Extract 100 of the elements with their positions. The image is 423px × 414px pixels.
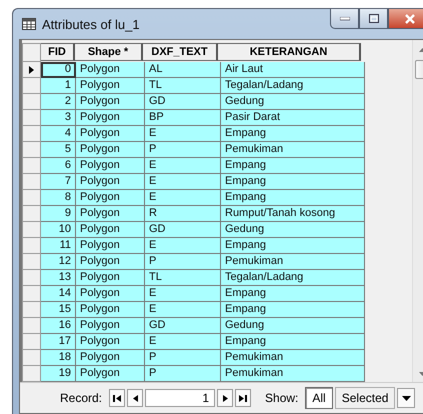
next-record-button[interactable] xyxy=(217,389,234,407)
table-cell: Polygon xyxy=(76,350,145,366)
table-cell: Empang xyxy=(221,302,365,318)
table-cell: Polygon xyxy=(76,302,145,318)
last-record-button[interactable] xyxy=(235,389,252,407)
table-cell: Pemukiman xyxy=(221,142,365,158)
table-cell: Gedung xyxy=(221,318,365,334)
window-title: Attributes of lu_1 xyxy=(42,16,140,32)
first-icon xyxy=(113,394,122,402)
maximize-button[interactable] xyxy=(359,9,388,29)
table-cell: E xyxy=(145,174,221,190)
table-cell: BP xyxy=(145,110,221,126)
last-icon xyxy=(239,394,248,402)
table-cell: TL xyxy=(145,78,221,94)
table-cell: P xyxy=(145,350,221,366)
column-header[interactable]: DXF_TEXT xyxy=(143,43,218,61)
table-cell: 9 xyxy=(41,206,76,222)
column-header[interactable]: Shape * xyxy=(75,43,143,61)
table-cell: Air Laut xyxy=(221,62,365,78)
table-cell: 17 xyxy=(41,334,76,350)
record-field[interactable]: 1 xyxy=(145,389,216,407)
show-toggle[interactable]: All xyxy=(305,387,333,409)
table-cell: GD xyxy=(145,94,221,110)
table-cell: 6 xyxy=(41,158,76,174)
table-cell: GD xyxy=(145,318,221,334)
table-cell: E xyxy=(145,238,221,254)
table-cell: Empang xyxy=(221,334,365,350)
table-cell: Polygon xyxy=(76,174,145,190)
table-cell: Polygon xyxy=(76,286,145,302)
table-cell: Polygon xyxy=(76,190,145,206)
table-cell: Empang xyxy=(221,158,365,174)
close-button[interactable] xyxy=(388,9,423,29)
table-cell: Polygon xyxy=(76,78,145,94)
table-cell: AL xyxy=(145,62,221,78)
table-cell: E xyxy=(145,190,221,206)
minimize-button[interactable] xyxy=(330,9,359,29)
table-cell: Pemukiman xyxy=(221,254,365,270)
table-cell: Polygon xyxy=(76,270,145,286)
table-cell: TL xyxy=(145,270,221,286)
table-cell: Polygon xyxy=(76,334,145,350)
record-label: Record: xyxy=(60,391,102,405)
table-cell: Polygon xyxy=(76,206,145,222)
maximize-icon xyxy=(368,14,378,23)
previous-record-button[interactable] xyxy=(127,389,144,407)
table-cell: Polygon xyxy=(76,110,145,126)
table-cell: Polygon xyxy=(76,222,145,238)
close-icon xyxy=(404,14,416,24)
table-cell: 15 xyxy=(41,302,76,318)
row-selector[interactable] xyxy=(22,62,41,78)
table-cell: Polygon xyxy=(76,142,145,158)
table-cell: P xyxy=(145,254,221,270)
table-cell: 4 xyxy=(41,126,76,142)
table-cell: Pemukiman xyxy=(221,350,365,366)
table-cell: E xyxy=(145,126,221,142)
table-cell: 7 xyxy=(41,174,76,190)
table-cell: Empang xyxy=(221,126,365,142)
table-cell: Tegalan/Ladang xyxy=(221,78,365,94)
table-cell: 5 xyxy=(41,142,76,158)
table-cell: Pemukiman xyxy=(221,366,365,382)
table-cell: Empang xyxy=(221,238,365,254)
table-cell: Polygon xyxy=(76,254,145,270)
table-cell: Empang xyxy=(221,190,365,206)
previous-icon xyxy=(132,394,138,402)
next-icon xyxy=(222,394,228,402)
table-icon xyxy=(22,18,36,30)
table-cell: Polygon xyxy=(76,158,145,174)
table-cell: 18 xyxy=(41,350,76,366)
table-cell: Polygon xyxy=(76,62,145,78)
table-cell: P xyxy=(145,142,221,158)
table-cell: 0 xyxy=(41,62,76,78)
dropdown-icon xyxy=(402,396,411,400)
column-header[interactable]: KETERANGAN xyxy=(218,43,361,61)
table-cell: E xyxy=(145,286,221,302)
table-cell: 14 xyxy=(41,286,76,302)
table-cell: 12 xyxy=(41,254,76,270)
table-cell: Empang xyxy=(221,174,365,190)
table-cell: 16 xyxy=(41,318,76,334)
table-cell: E xyxy=(145,302,221,318)
table-cell: P xyxy=(145,366,221,382)
current-row-icon xyxy=(29,66,34,74)
table-cell: Gedung xyxy=(221,94,365,110)
table-cell: 2 xyxy=(41,94,76,110)
table-cell: 10 xyxy=(41,222,76,238)
table-cell: 1 xyxy=(41,78,76,94)
table-cell: Polygon xyxy=(76,318,145,334)
column-header[interactable]: FID xyxy=(41,43,75,61)
options-button[interactable] xyxy=(397,388,416,408)
show-toggle[interactable]: Selected xyxy=(334,387,396,409)
show-label: Show: xyxy=(265,391,298,405)
table-cell: Gedung xyxy=(221,222,365,238)
table-cell: E xyxy=(145,334,221,350)
table-cell: 13 xyxy=(41,270,76,286)
table-cell: GD xyxy=(145,222,221,238)
table-cell: 3 xyxy=(41,110,76,126)
table-cell: Rumput/Tanah kosong xyxy=(221,206,365,222)
first-record-button[interactable] xyxy=(109,389,126,407)
table-cell: Polygon xyxy=(76,238,145,254)
table-cell: Polygon xyxy=(76,366,145,382)
table-cell: E xyxy=(145,158,221,174)
table-cell: 8 xyxy=(41,190,76,206)
